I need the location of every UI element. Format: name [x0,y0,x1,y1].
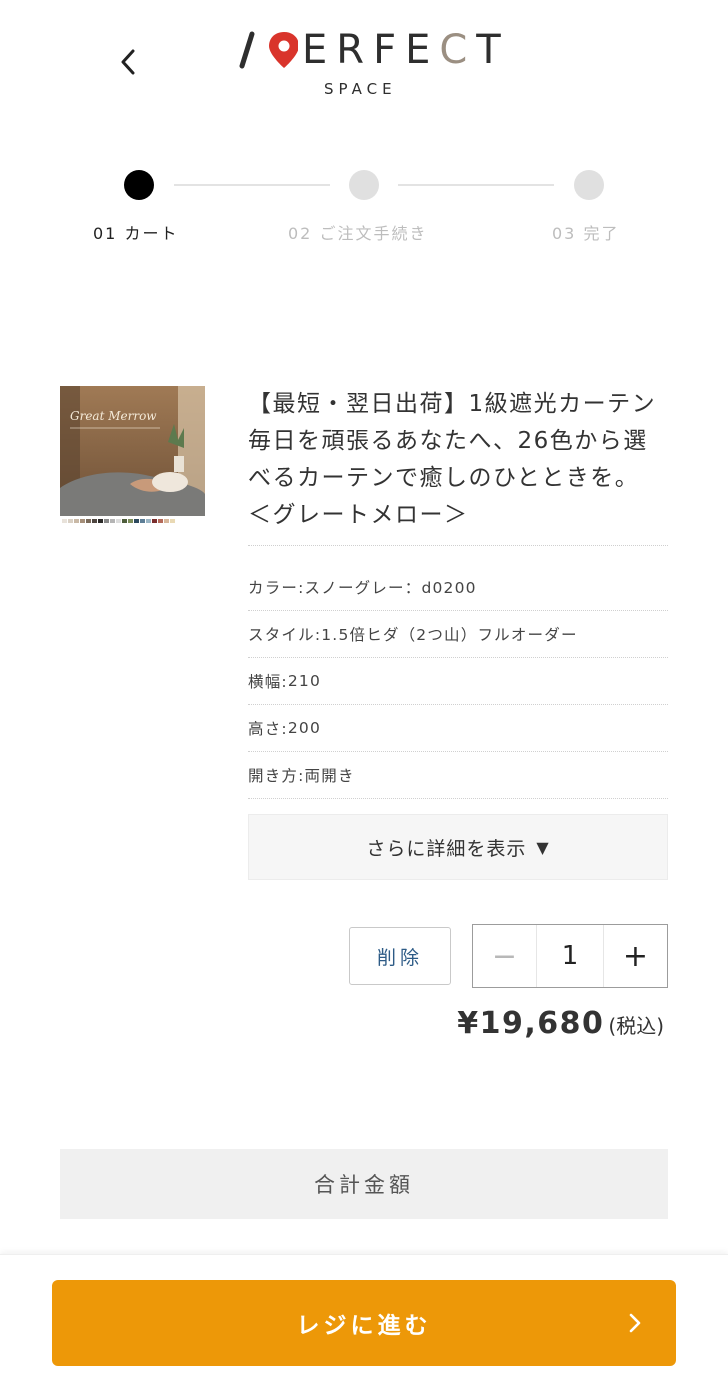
step-label-complete: 03 完了 [552,224,620,243]
spec-value: 1.5倍ヒダ（2つ山）フルオーダー [321,626,578,644]
spec-row-height: 高さ200 [248,705,668,752]
spec-label: スタイル [248,623,321,645]
chevron-left-icon [121,49,135,75]
quantity-increase-button[interactable]: + [604,925,667,987]
site-logo[interactable]: ERFECT SPACE [238,28,501,100]
quantity-decrease-button[interactable]: − [473,925,536,987]
step-indicator-cart [124,170,154,200]
checkout-stepper: 01 カート 02 ご注文手続き 03 完了 [0,166,728,246]
spec-label: 横幅 [248,670,288,692]
step-indicator-procedure [349,170,379,200]
spec-row-opening: 開き方両開き [248,752,668,799]
checkout-label: レジに進む [296,1313,432,1339]
back-button[interactable] [110,42,146,82]
item-price: ¥19,680 (税込) [457,1006,664,1041]
spec-value: 210 [287,672,322,690]
show-more-details-button[interactable]: さらに詳細を表示 ▼ [248,814,668,880]
step-label-cart: 01 カート [93,224,179,243]
product-image[interactable]: Great Merrow [60,386,205,531]
spec-label: 開き方 [248,764,305,786]
logo-mark [239,31,298,69]
svg-text:Great Merrow: Great Merrow [70,409,157,423]
logo-wordmark: ERFECT [302,27,510,73]
checkout-footer: レジに進む [0,1254,728,1386]
spec-row-width: 横幅210 [248,658,668,705]
divider [248,545,668,546]
logo-subtitle: SPACE [324,80,397,98]
spec-value: 両開き [304,767,355,785]
spec-label: カラー [248,576,305,598]
delete-button[interactable]: 削除 [349,927,451,985]
step-label-procedure: 02 ご注文手続き [288,224,428,243]
spec-label: 高さ [248,717,288,739]
show-more-label: さらに詳細を表示 [366,837,527,860]
spec-row-style: スタイル1.5倍ヒダ（2つ山）フルオーダー [248,611,668,658]
step-indicator-complete [574,170,604,200]
product-title[interactable]: 【最短・翌日出荷】1級遮光カーテン 毎日を頑張るあなたへ、26色から選べるカーテ… [248,386,668,534]
spec-value: スノーグレー：d0200 [304,579,477,597]
step-connector [398,184,554,186]
proceed-to-checkout-button[interactable]: レジに進む [52,1280,676,1366]
spec-row-color: カラースノーグレー：d0200 [248,564,668,611]
triangle-down-icon: ▼ [536,837,550,857]
quantity-input[interactable]: 1 [536,925,604,987]
chevron-right-icon [629,1313,641,1333]
total-amount-header: 合計金額 [60,1149,668,1219]
price-amount: ¥19,680 [457,1006,605,1041]
quantity-stepper: − 1 + [472,924,668,988]
step-connector [174,184,330,186]
spec-value: 200 [287,719,322,737]
tax-note: (税込) [608,1014,664,1038]
